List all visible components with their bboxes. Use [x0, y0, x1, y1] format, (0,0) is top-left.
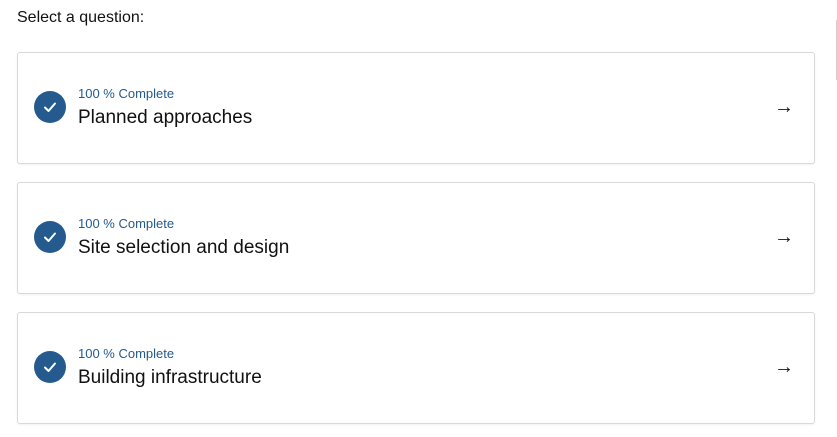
question-status: 100 % Complete: [78, 86, 175, 101]
question-prompt: Select a question:: [17, 9, 145, 26]
question-status: 100 % Complete: [78, 216, 175, 231]
question-card-site-selection[interactable]: 100 % Complete Site selection and design…: [17, 182, 815, 294]
check-circle-icon: [34, 221, 66, 253]
arrow-right-icon[interactable]: →: [774, 97, 794, 117]
check-circle-icon: [34, 91, 66, 123]
check-circle-icon: [34, 351, 66, 383]
question-status: 100 % Complete: [78, 346, 175, 361]
question-title: Building infrastructure: [78, 367, 262, 388]
question-card-planned-approaches[interactable]: 100 % Complete Planned approaches →: [17, 52, 815, 164]
arrow-right-icon[interactable]: →: [774, 227, 794, 247]
question-title: Planned approaches: [78, 107, 253, 128]
question-title: Site selection and design: [78, 237, 290, 258]
question-card-building-infrastructure[interactable]: 100 % Complete Building infrastructure →: [17, 312, 815, 424]
arrow-right-icon[interactable]: →: [774, 357, 794, 377]
